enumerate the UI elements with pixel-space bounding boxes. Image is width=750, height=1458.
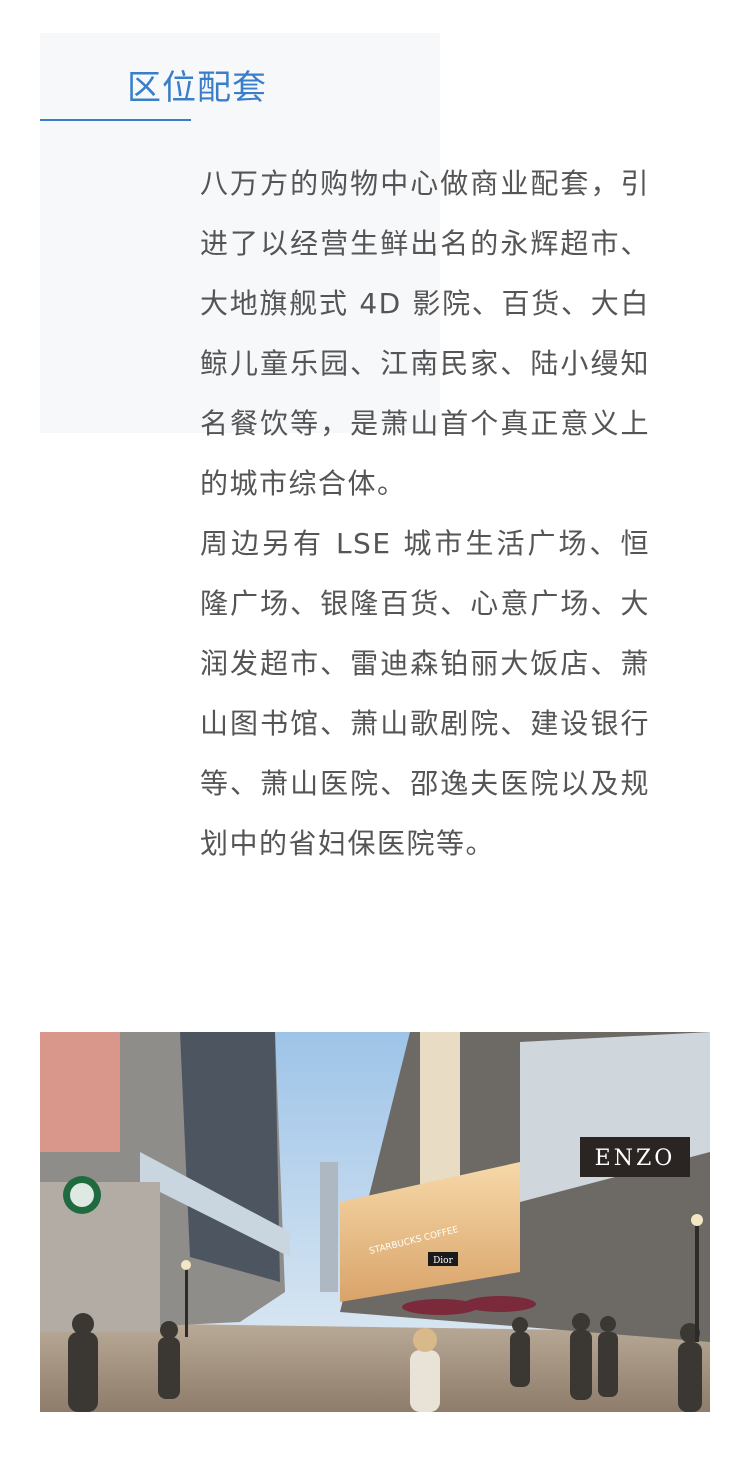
distant-tower [320,1162,338,1292]
commercial-street-photo: ENZO STARBUCKS COFFEE Dior [40,1032,710,1412]
title-underline [40,119,191,121]
left-billboard [40,1032,120,1152]
paragraph-surroundings: 周边另有 LSE 城市生活广场、恒隆广场、银隆百货、心意广场、大润发超市、雷迪森… [200,527,650,860]
body-text: 八万方的购物中心做商业配套，引进了以经营生鲜出名的永辉超市、大地旗舰式 4D 影… [200,154,650,874]
street-scene-illustration: ENZO STARBUCKS COFFEE Dior [40,1032,710,1412]
left-storefront [40,1182,160,1332]
dior-sign-label: Dior [433,1256,454,1266]
enzo-sign-label: ENZO [595,1146,676,1171]
paragraph-shopping-center: 八万方的购物中心做商业配套，引进了以经营生鲜出名的永辉超市、大地旗舰式 4D 影… [200,167,650,500]
cafe-umbrella [464,1296,536,1312]
section-title: 区位配套 [127,68,267,108]
